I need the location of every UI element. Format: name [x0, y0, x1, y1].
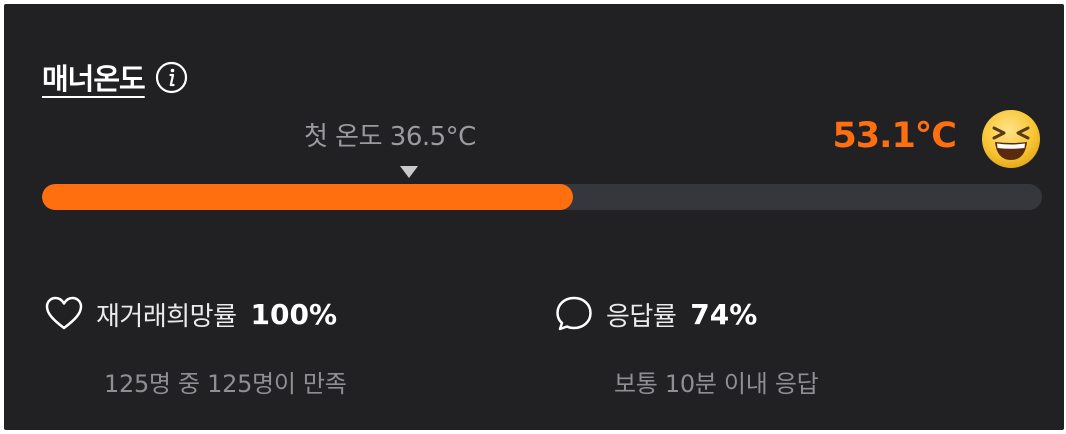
- temperature-progress-fill: [42, 184, 573, 210]
- rehire-rate-stat: 재거래희망률 100% 125명 중 125명이 만족: [44, 294, 347, 399]
- title-row: 매너온도: [42, 56, 188, 98]
- first-temperature-label: 첫 온도 36.5°C: [304, 122, 476, 152]
- response-rate-label: 응답률: [606, 301, 677, 332]
- response-rate-value: 74%: [690, 297, 758, 331]
- laughing-face-emoji-icon: [980, 108, 1042, 170]
- rehire-rate-detail: 125명 중 125명이 만족: [104, 370, 347, 398]
- temperature-progress-bar: [42, 184, 1042, 210]
- current-temperature: 53.1°C: [832, 116, 957, 156]
- response-rate-stat: 응답률 74% 보통 10분 이내 응답: [554, 294, 819, 399]
- info-icon[interactable]: [155, 61, 188, 94]
- rehire-rate-label: 재거래희망률: [96, 301, 237, 332]
- first-temperature-marker: [400, 166, 418, 178]
- heart-icon: [44, 294, 84, 334]
- manner-temperature-title[interactable]: 매너온도: [42, 56, 146, 98]
- speech-bubble-icon: [554, 294, 594, 334]
- response-rate-detail: 보통 10분 이내 응답: [614, 370, 819, 398]
- rehire-rate-value: 100%: [250, 297, 338, 331]
- manner-temperature-card: 매너온도 첫 온도 36.5°C 53.1°C 재거래희망률 100% 125명…: [4, 4, 1064, 430]
